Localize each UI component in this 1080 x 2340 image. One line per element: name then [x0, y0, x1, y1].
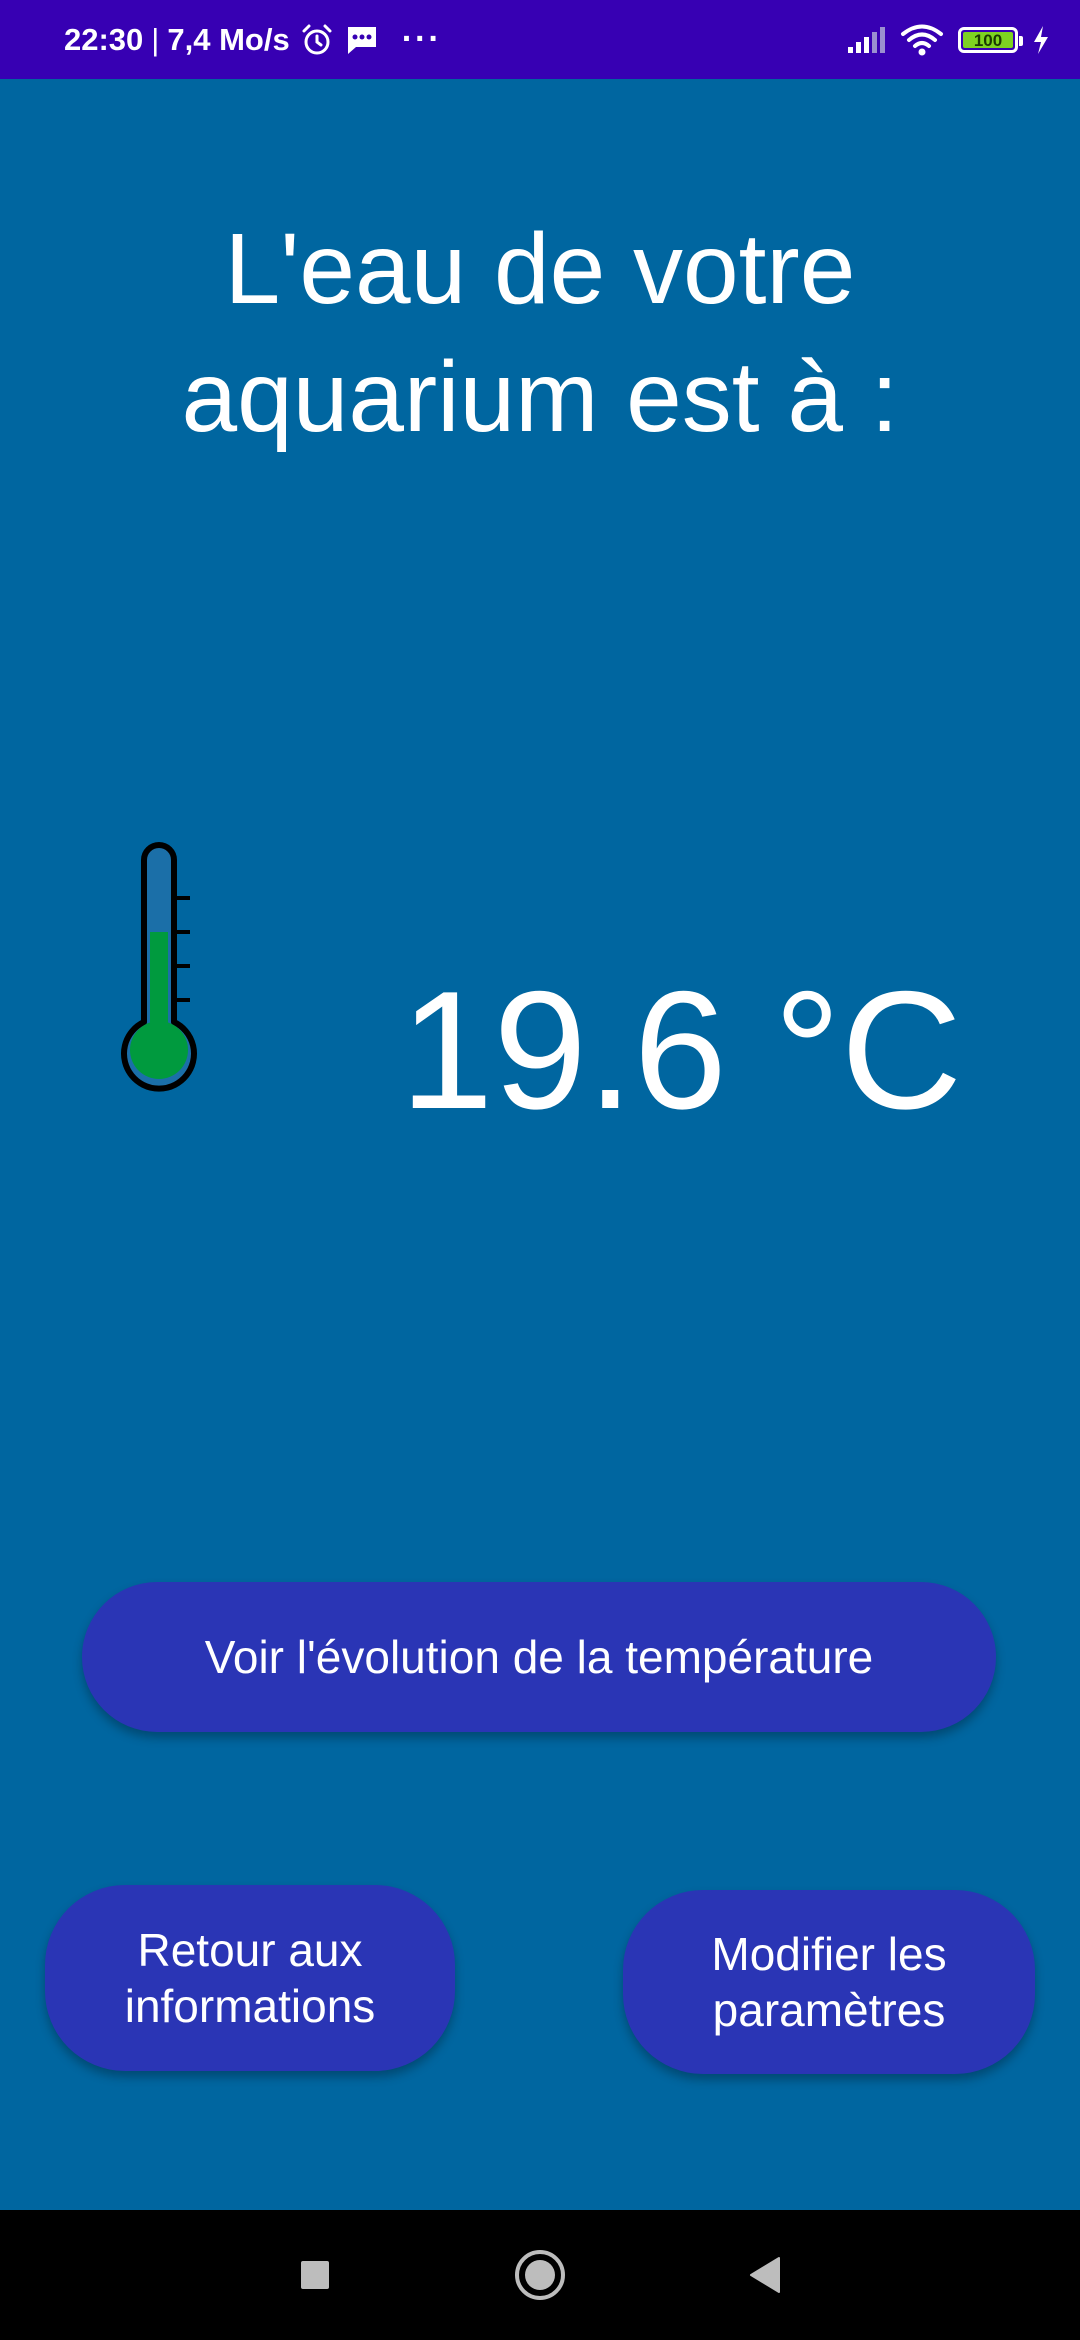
- battery-icon: 100: [958, 26, 1023, 53]
- status-bar: 22:30 | 7,4 Mo/s ··· 100: [0, 0, 1080, 79]
- battery-tip: [1019, 35, 1023, 46]
- status-left: 22:30 | 7,4 Mo/s ···: [64, 0, 442, 79]
- message-icon: [347, 26, 376, 54]
- square-icon: [301, 2261, 329, 2289]
- battery-level: 100: [963, 31, 1013, 49]
- circle-icon: [515, 2250, 565, 2300]
- temperature-value: 19.6 °C: [400, 956, 963, 1144]
- recent-apps-button[interactable]: [285, 2210, 345, 2340]
- back-button[interactable]: [735, 2210, 795, 2340]
- status-separator: |: [151, 21, 160, 57]
- view-temperature-evolution-button[interactable]: Voir l'évolution de la température: [82, 1582, 996, 1732]
- signal-icon: [848, 26, 885, 53]
- modify-settings-button[interactable]: Modifier les paramètres: [623, 1890, 1035, 2074]
- wifi-icon: [901, 24, 943, 55]
- home-button[interactable]: [510, 2210, 570, 2340]
- alarm-icon: [302, 24, 332, 54]
- status-network-speed: 7,4 Mo/s: [167, 21, 290, 57]
- triangle-back-icon: [750, 2257, 780, 2293]
- thermometer-icon: [121, 842, 197, 1092]
- page-title: L'eau de votre aquarium est à :: [181, 213, 899, 453]
- status-time: 22:30: [64, 21, 144, 57]
- status-right: 100: [846, 0, 1050, 79]
- charging-icon: [1034, 25, 1048, 54]
- more-notifications-icon: ···: [401, 20, 442, 58]
- navigation-bar: [0, 2210, 1080, 2340]
- back-to-information-button[interactable]: Retour aux informations: [45, 1885, 455, 2071]
